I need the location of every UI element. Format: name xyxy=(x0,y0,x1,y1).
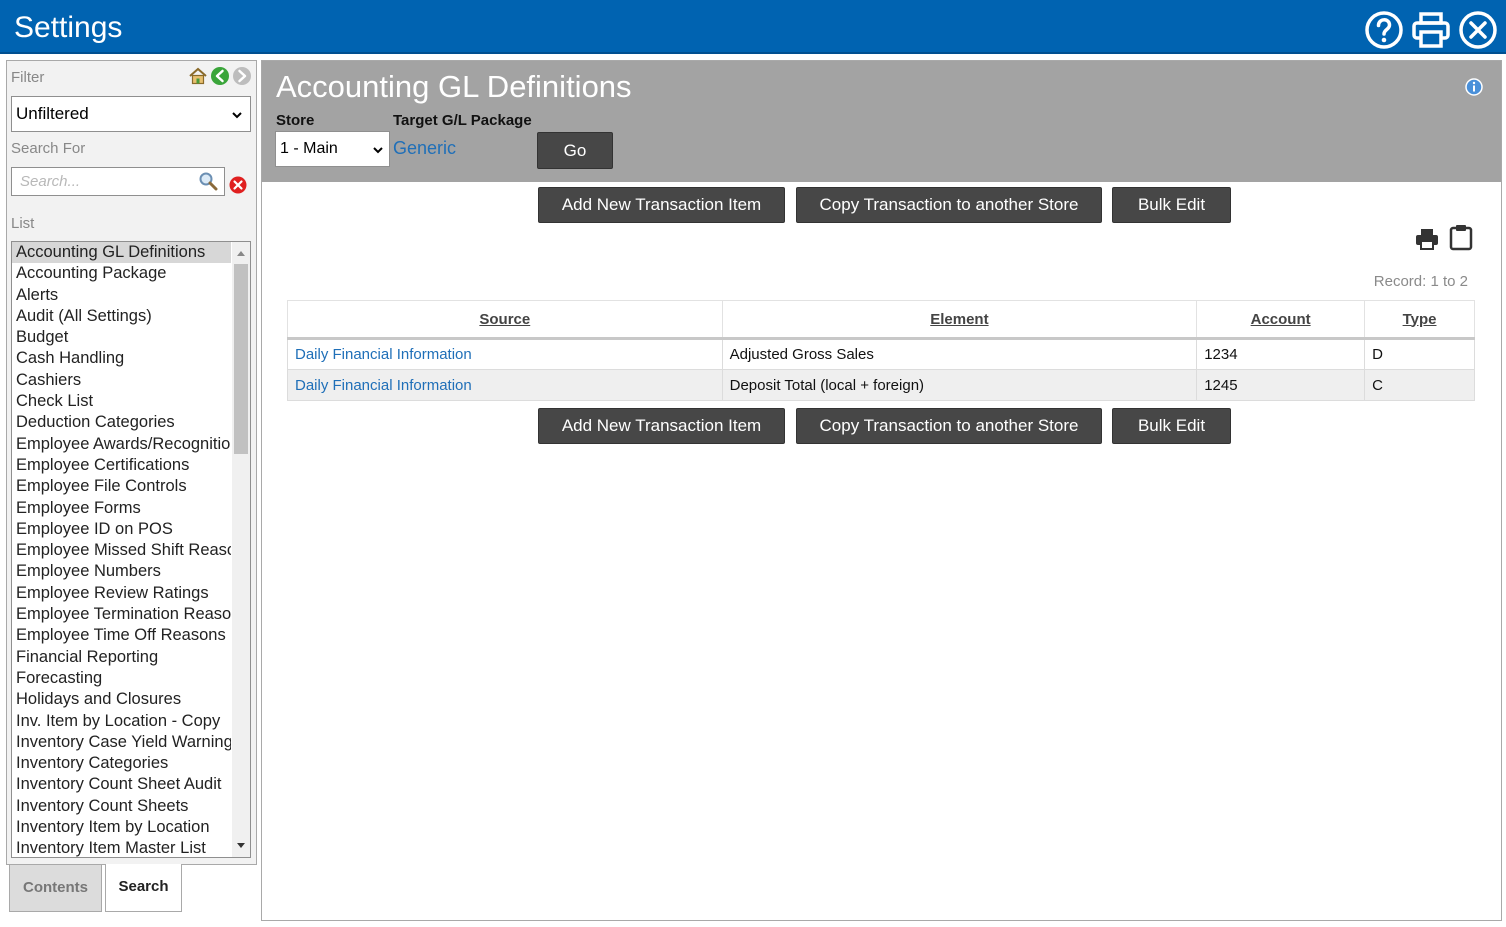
package-link[interactable]: Generic xyxy=(393,138,456,159)
column-header-account[interactable]: Account xyxy=(1196,300,1366,340)
filter-select-value: Unfiltered xyxy=(16,104,89,123)
home-icon[interactable] xyxy=(188,66,208,86)
element-cell: Deposit Total (local + foreign) xyxy=(721,369,1198,401)
list-label: List xyxy=(11,215,35,232)
list-item[interactable]: Employee Numbers xyxy=(12,561,231,582)
list-item[interactable]: Holidays and Closures xyxy=(12,689,231,710)
type-cell: D xyxy=(1364,338,1475,370)
list-item[interactable]: Accounting GL Definitions xyxy=(12,242,231,264)
title-bar: Settings xyxy=(0,0,1506,54)
scroll-down-arrow-icon[interactable] xyxy=(236,842,246,850)
settings-window: Settings Filter Unfiltered Search For Se… xyxy=(0,0,1506,927)
bulk-edit-button[interactable]: Bulk Edit xyxy=(1112,187,1231,223)
add-transaction-button-bottom[interactable]: Add New Transaction Item xyxy=(538,408,785,444)
scrollbar-thumb[interactable] xyxy=(234,264,248,454)
copy-transaction-button-bottom[interactable]: Copy Transaction to another Store xyxy=(796,408,1102,444)
list-item[interactable]: Forecasting xyxy=(12,668,231,689)
source-cell: Daily Financial Information xyxy=(287,338,723,370)
list-item[interactable]: Budget xyxy=(12,327,231,348)
page-title: Accounting GL Definitions xyxy=(276,69,632,104)
store-select-value: 1 - Main xyxy=(280,140,338,157)
table-row: Daily Financial Information Deposit Tota… xyxy=(287,369,1475,401)
clear-search-icon[interactable] xyxy=(229,176,247,194)
copy-transaction-button[interactable]: Copy Transaction to another Store xyxy=(796,187,1102,223)
list-scrollbar[interactable] xyxy=(232,242,250,857)
table-header-row: Source Element Account Type xyxy=(287,300,1475,340)
list-item[interactable]: Employee Missed Shift Reasons xyxy=(12,540,231,561)
list-item[interactable]: Cash Handling xyxy=(12,348,231,369)
search-placeholder: Search... xyxy=(20,173,81,190)
tab-contents[interactable]: Contents xyxy=(9,864,102,912)
list-item[interactable]: Inventory Categories xyxy=(12,753,231,774)
list-item[interactable]: Financial Reporting xyxy=(12,647,231,668)
window-title: Settings xyxy=(14,11,123,44)
table-row: Daily Financial Information Adjusted Gro… xyxy=(287,338,1475,370)
list-item[interactable]: Inventory Count Sheets xyxy=(12,796,231,817)
main-header: Accounting GL Definitions Store Target G… xyxy=(262,61,1501,182)
settings-list: Accounting GL Definitions Accounting Pac… xyxy=(11,241,251,858)
print-icon[interactable] xyxy=(1414,225,1440,253)
list-item[interactable]: Employee File Controls xyxy=(12,476,231,497)
list-item[interactable]: Check List xyxy=(12,391,231,412)
gl-definitions-table: Source Element Account Type Daily Financ… xyxy=(287,300,1475,401)
column-header-source[interactable]: Source xyxy=(287,300,723,340)
element-cell: Adjusted Gross Sales xyxy=(721,338,1198,370)
add-transaction-button[interactable]: Add New Transaction Item xyxy=(538,187,785,223)
list-item[interactable]: Deduction Categories xyxy=(12,412,231,433)
list-item[interactable]: Employee ID on POS xyxy=(12,519,231,540)
list-item[interactable]: Inventory Case Yield Warning xyxy=(12,732,231,753)
scroll-up-arrow-icon[interactable] xyxy=(236,249,246,257)
back-icon[interactable] xyxy=(210,66,230,86)
tab-search[interactable]: Search xyxy=(105,864,182,912)
chevron-down-icon xyxy=(373,147,383,154)
store-label: Store xyxy=(276,112,315,129)
list-item[interactable]: Inventory Count Sheet Audit xyxy=(12,774,231,795)
search-label: Search For xyxy=(11,140,86,157)
search-input[interactable]: Search... xyxy=(11,167,225,196)
package-label: Target G/L Package xyxy=(393,112,532,129)
list-item[interactable]: Inventory Item Master List xyxy=(12,838,231,857)
left-panel: Filter Unfiltered Search For Search... L… xyxy=(6,60,257,865)
help-icon[interactable] xyxy=(1364,10,1404,50)
list-item[interactable]: Employee Time Off Reasons xyxy=(12,625,231,646)
column-header-element[interactable]: Element xyxy=(721,300,1198,340)
list-item[interactable]: Alerts xyxy=(12,285,231,306)
list-item[interactable]: Audit (All Settings) xyxy=(12,306,231,327)
go-button[interactable]: Go xyxy=(537,132,613,169)
column-header-type[interactable]: Type xyxy=(1364,300,1475,340)
list-item[interactable]: Employee Review Ratings xyxy=(12,583,231,604)
clipboard-icon[interactable] xyxy=(1448,223,1474,251)
source-link[interactable]: Daily Financial Information xyxy=(295,377,472,394)
forward-icon[interactable] xyxy=(232,66,252,86)
close-icon[interactable] xyxy=(1458,10,1498,50)
chevron-down-icon xyxy=(232,112,242,119)
list-item[interactable]: Inv. Item by Location - Copy xyxy=(12,711,231,732)
nav-icons xyxy=(188,66,252,86)
search-icon[interactable] xyxy=(198,171,218,191)
source-cell: Daily Financial Information xyxy=(287,369,723,401)
account-cell: 1245 xyxy=(1196,369,1366,401)
account-cell: 1234 xyxy=(1196,338,1366,370)
store-select[interactable]: 1 - Main xyxy=(275,131,390,167)
bulk-edit-button-bottom[interactable]: Bulk Edit xyxy=(1112,408,1231,444)
list-item[interactable]: Employee Certifications xyxy=(12,455,231,476)
list-item[interactable]: Employee Forms xyxy=(12,498,231,519)
filter-select[interactable]: Unfiltered xyxy=(11,96,251,132)
list-item[interactable]: Accounting Package xyxy=(12,263,231,284)
source-link[interactable]: Daily Financial Information xyxy=(295,346,472,363)
list-item[interactable]: Inventory Item by Location xyxy=(12,817,231,838)
main-panel: Accounting GL Definitions Store Target G… xyxy=(261,60,1502,921)
print-icon[interactable] xyxy=(1411,10,1451,50)
list-item[interactable]: Cashiers xyxy=(12,370,231,391)
filter-label: Filter xyxy=(11,69,45,86)
type-cell: C xyxy=(1364,369,1475,401)
record-count: Record: 1 to 2 xyxy=(1373,273,1468,290)
info-icon[interactable] xyxy=(1465,78,1483,96)
list-item[interactable]: Employee Termination Reasons xyxy=(12,604,231,625)
list-item[interactable]: Employee Awards/Recognition xyxy=(12,434,231,455)
